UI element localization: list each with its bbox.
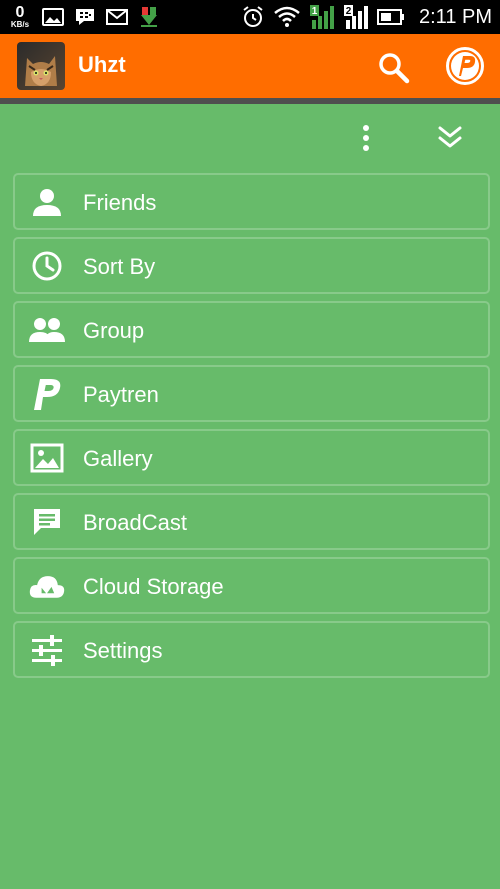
menu-item-sort-by[interactable]: Sort By [13,237,490,294]
bbm-icon [74,7,96,27]
more-vertical-icon [363,125,369,151]
avatar[interactable] [17,42,65,90]
menu-item-label: Group [83,318,145,343]
app-bar [0,34,500,98]
clock-icon [29,250,65,282]
menu-item-label: Friends [83,190,157,215]
app-title: Uhzt [78,52,126,77]
paytren-logo-icon [446,47,484,85]
data-rate-indicator: 0 KB/s [8,5,32,29]
chat-icon [29,506,65,538]
collapse-button[interactable] [432,122,468,154]
paytren-button[interactable] [445,46,485,86]
signal-sim2-icon: 2 [343,4,369,30]
sim1-label: 1 [312,6,318,17]
menu-item-group[interactable]: Group [13,301,490,358]
cloud-icon [29,570,65,602]
menu-item-label: Settings [83,638,163,663]
menu-item-paytren[interactable]: Paytren [13,365,490,422]
battery-icon [377,8,405,26]
main-menu: Friends Sort By Group Paytren Gallery Br… [13,173,490,685]
menu-item-label: Paytren [83,382,159,407]
search-icon [379,53,410,84]
search-button[interactable] [376,50,412,86]
cat-avatar-image [17,42,65,90]
app-bar-divider [0,98,500,104]
menu-item-label: Cloud Storage [83,574,224,599]
status-bar: 0 KB/s 1 2 2:11 PM [0,0,500,34]
image-icon [29,442,65,474]
mail-icon [106,9,128,25]
menu-item-label: Sort By [83,254,156,279]
sliders-icon [29,634,65,666]
paytren-p-icon [29,378,65,410]
menu-item-label: BroadCast [83,510,187,535]
menu-item-settings[interactable]: Settings [13,621,490,678]
sim2-label: 2 [346,6,352,17]
group-icon [29,314,65,346]
alarm-icon [241,5,265,29]
gallery-icon [42,8,64,26]
menu-item-friends[interactable]: Friends [13,173,490,230]
clock-time: 2:11 PM [419,5,492,28]
menu-item-gallery[interactable]: Gallery [13,429,490,486]
double-chevron-down-icon [438,126,462,148]
data-rate-value: 0 [15,4,25,21]
menu-item-broadcast[interactable]: BroadCast [13,493,490,550]
signal-sim1-icon: 1 [309,4,335,30]
more-options-button[interactable] [350,122,382,154]
wifi-icon [273,6,301,28]
person-icon [29,186,65,218]
download-icon [138,6,160,28]
menu-item-label: Gallery [83,446,153,471]
data-rate-unit: KB/s [10,20,30,29]
menu-item-cloud-storage[interactable]: Cloud Storage [13,557,490,614]
